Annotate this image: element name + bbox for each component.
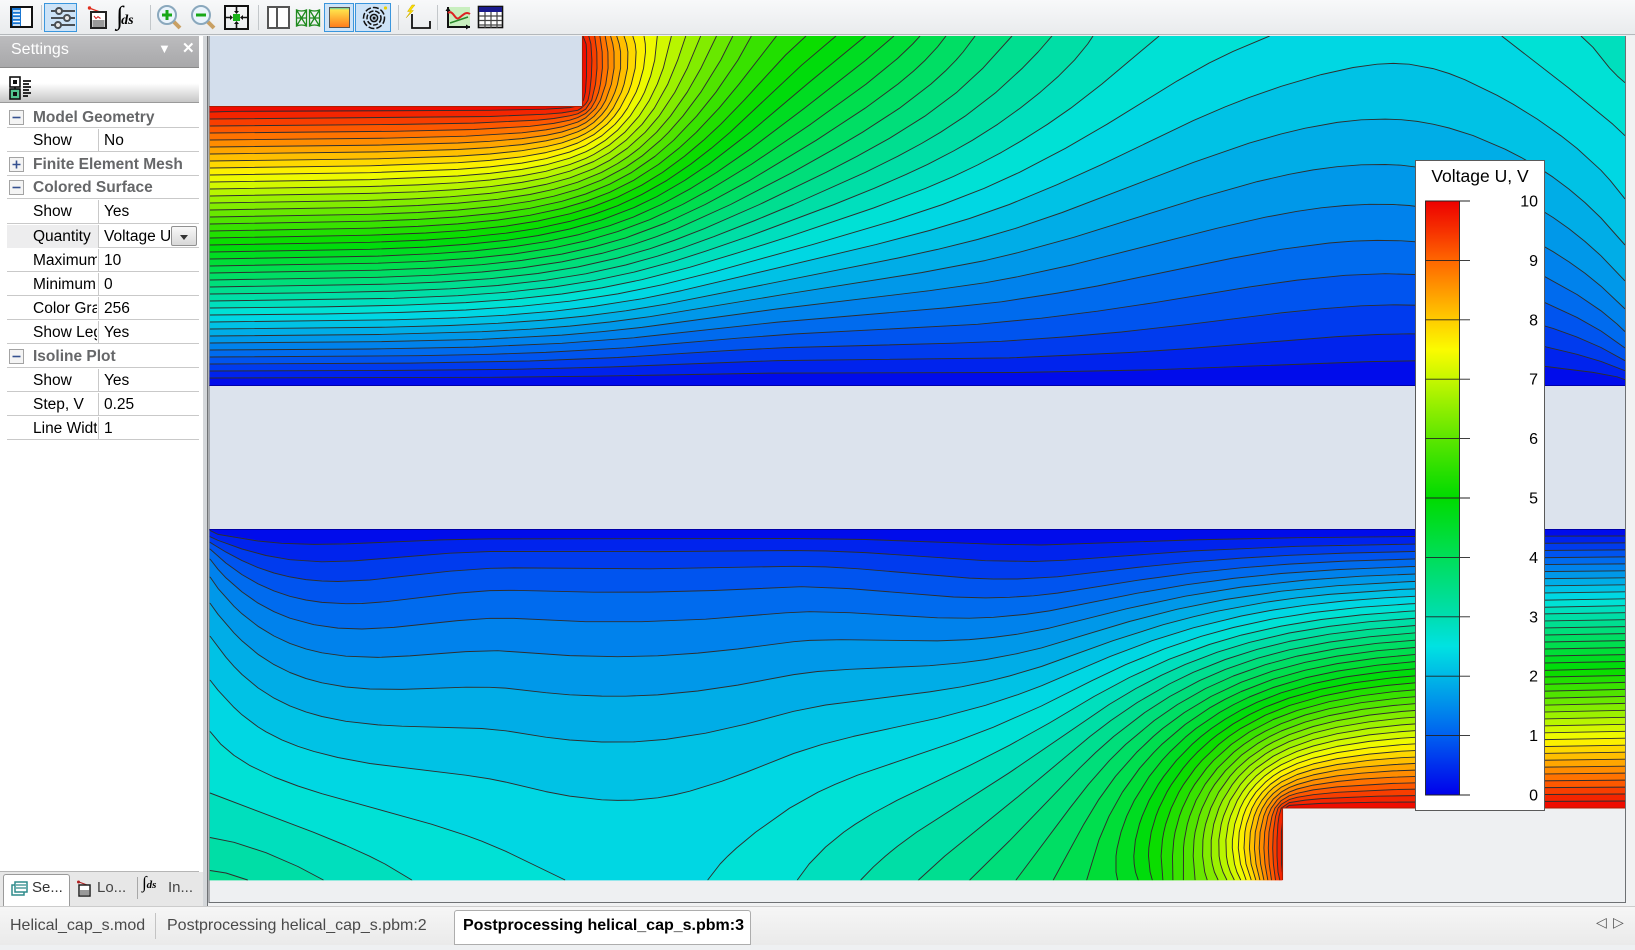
svg-text:5: 5 (1529, 491, 1538, 508)
svg-text:9: 9 (1529, 253, 1538, 270)
svg-text:2: 2 (1529, 669, 1538, 686)
svg-text:7: 7 (1529, 372, 1538, 389)
svg-text:6: 6 (1529, 431, 1538, 448)
svg-text:8: 8 (1529, 312, 1538, 329)
svg-text:3: 3 (1529, 609, 1538, 626)
svg-text:4: 4 (1529, 550, 1538, 567)
svg-text:Voltage U, V: Voltage U, V (1431, 166, 1529, 186)
svg-text:1: 1 (1529, 728, 1538, 745)
svg-text:10: 10 (1520, 194, 1538, 211)
svg-text:0: 0 (1529, 788, 1538, 805)
